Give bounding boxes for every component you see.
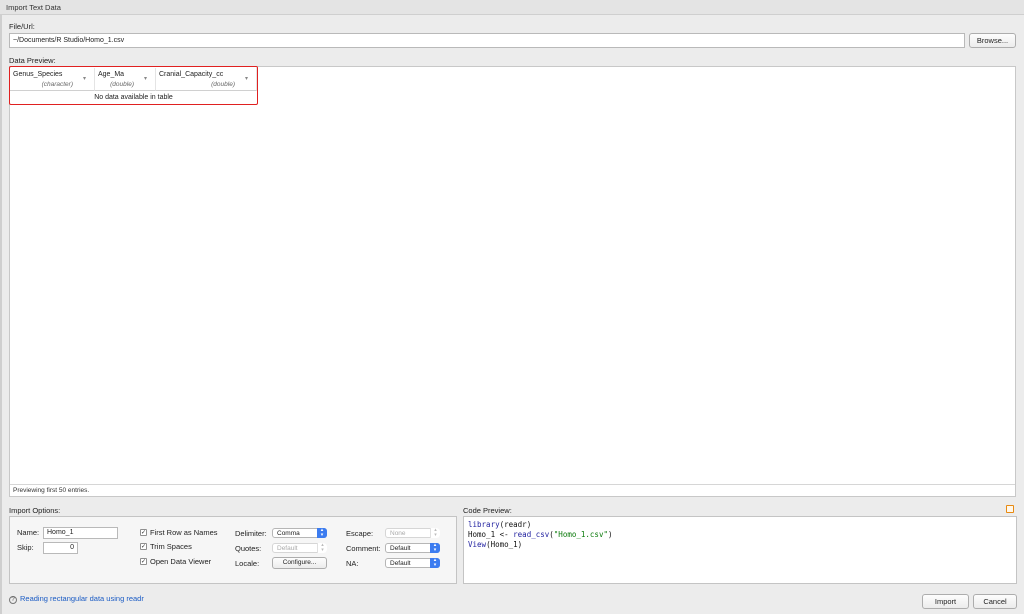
cancel-button[interactable]: Cancel (973, 594, 1017, 609)
code-text: (Homo_1) (486, 540, 523, 549)
dataset-name-input[interactable]: Homo_1 (43, 527, 118, 539)
left-edge-divider (0, 15, 2, 614)
escape-label: Escape: (346, 529, 374, 538)
delimiter-select[interactable]: Comma ▴ ▾ (272, 528, 327, 538)
trim-spaces-checkbox[interactable]: ✓ (140, 543, 147, 550)
open-viewer-label: Open Data Viewer (150, 557, 212, 566)
na-label: NA: (346, 559, 359, 568)
comment-label: Comment: (346, 544, 381, 553)
help-icon[interactable]: ? (9, 596, 17, 604)
data-preview-label: Data Preview: (9, 56, 56, 65)
select-arrows-icon: ▴ ▾ (317, 543, 327, 553)
file-url-label: File/Url: (9, 22, 35, 31)
code-function: View (468, 540, 487, 549)
code-line-1: library(readr) (468, 520, 1012, 530)
code-string: "Homo_1.csv" (553, 530, 608, 539)
code-preview[interactable]: library(readr) Homo_1 <- read_csv("Homo_… (463, 516, 1017, 584)
code-line-3: View(Homo_1) (468, 540, 1012, 550)
window-title: Import Text Data (0, 0, 1024, 15)
code-preview-label: Code Preview: (463, 506, 512, 515)
delimiter-label: Delimiter: (235, 529, 267, 538)
escape-select[interactable]: None ▴ ▾ (385, 528, 440, 538)
readr-help-link[interactable]: Reading rectangular data using readr (20, 594, 144, 603)
select-arrows-icon: ▴ ▾ (430, 558, 440, 568)
select-arrows-icon: ▴ ▾ (430, 543, 440, 553)
first-row-checkbox[interactable]: ✓ (140, 529, 147, 536)
import-options-label: Import Options: (9, 506, 61, 515)
na-select[interactable]: Default ▴ ▾ (385, 558, 440, 568)
quotes-value: Default (277, 545, 298, 552)
locale-label: Locale: (235, 559, 260, 568)
import-button[interactable]: Import (922, 594, 969, 609)
data-preview-table (9, 66, 1016, 497)
skip-input[interactable]: 0 (43, 542, 78, 554)
code-text: ) (607, 530, 613, 539)
select-arrows-icon: ▴ ▾ (430, 528, 440, 538)
configure-locale-button[interactable]: Configure... (272, 557, 327, 569)
preview-status: Previewing first 50 entries. (10, 484, 1015, 496)
na-value: Default (390, 560, 411, 567)
code-text: Homo_1 <- (468, 530, 514, 539)
code-text: (readr) (499, 520, 532, 529)
file-url-input[interactable]: ~/Documents/R Studio/Homo_1.csv (9, 33, 965, 48)
code-line-2: Homo_1 <- read_csv("Homo_1.csv") (468, 530, 1012, 540)
code-function: read_csv (513, 530, 550, 539)
first-row-label: First Row as Names (150, 528, 218, 537)
highlight-box (9, 66, 258, 105)
copy-code-icon[interactable] (1006, 505, 1014, 513)
quotes-label: Quotes: (235, 544, 262, 553)
name-label: Name: (17, 528, 40, 537)
comment-value: Default (390, 545, 411, 552)
skip-label: Skip: (17, 543, 34, 552)
open-viewer-checkbox[interactable]: ✓ (140, 558, 147, 565)
quotes-select[interactable]: Default ▴ ▾ (272, 543, 327, 553)
select-arrows-icon: ▴ ▾ (317, 528, 327, 538)
browse-button[interactable]: Browse... (969, 33, 1016, 48)
delimiter-value: Comma (277, 530, 300, 537)
code-function: library (468, 520, 500, 529)
trim-spaces-label: Trim Spaces (150, 542, 192, 551)
comment-select[interactable]: Default ▴ ▾ (385, 543, 440, 553)
escape-value: None (390, 530, 406, 537)
